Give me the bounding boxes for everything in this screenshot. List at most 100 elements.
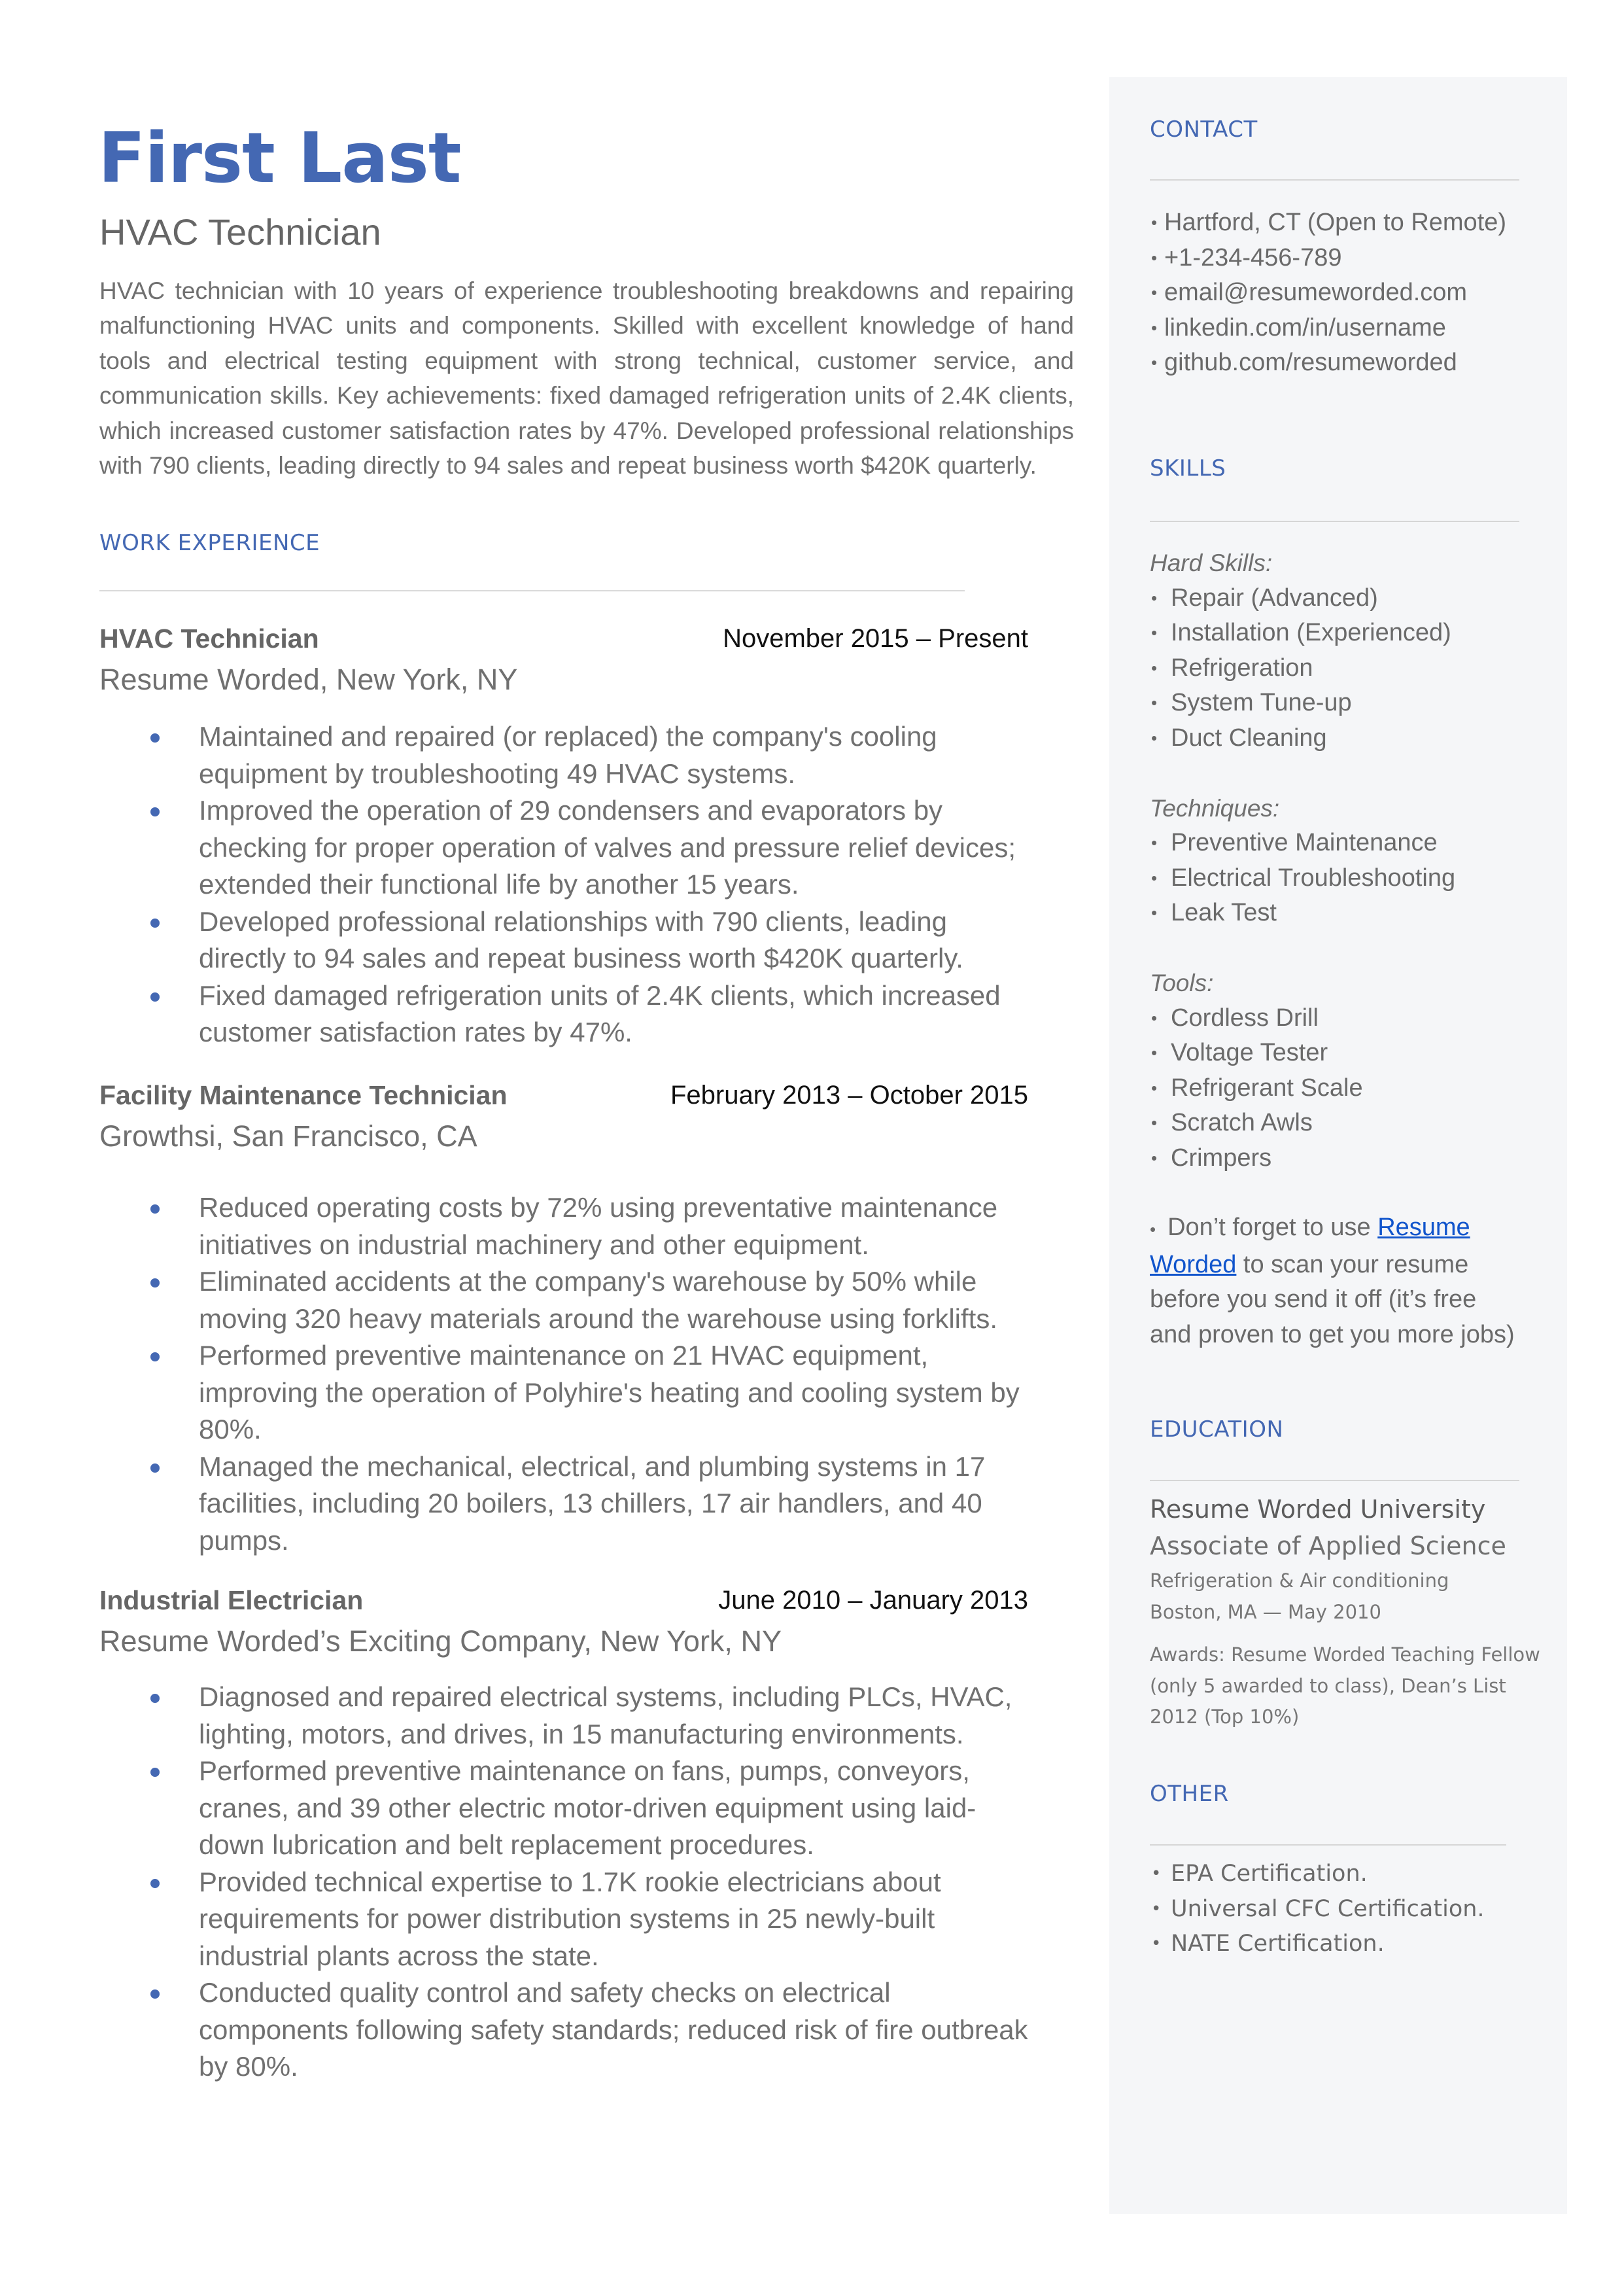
job-bullet: Provided technical expertise to 1.7K roo… [99,1864,1036,1975]
skills-heading: SKILLS [1150,455,1226,482]
other-heading: OTHER [1150,1781,1229,1807]
skill-group-label: Hard Skills: [1150,550,1273,576]
degree: Associate of Applied Science [1150,1532,1506,1560]
skill-list: • Cordless Drill • Voltage Tester • Refrige… [1150,1001,1455,1176]
bullet-icon: • [1151,283,1158,302]
certification-item: • EPA Certification. [1150,1857,1485,1892]
skill-text: Electrical Troubleshooting [1171,864,1456,892]
job-bullet: Improved the operation of 29 condensers … [99,792,1036,903]
skill-item: • Refrigeration [1150,651,1455,686]
skill-item: • Voltage Tester [1150,1036,1455,1071]
skill-text: Refrigerant Scale [1171,1074,1363,1102]
bullet-icon: • [1151,867,1158,888]
bullet-text: Performed preventive maintenance on fans… [199,1755,976,1860]
job-dates: February 2013 – October 2015 [670,1081,1028,1110]
work-experience-heading: WORK EXPERIENCE [99,530,320,556]
contact-linkedin[interactable]: • linkedin.com/in/username [1150,311,1506,346]
bullet-icon: • [1151,1113,1158,1132]
skill-item: • Preventive Maintenance [1150,826,1455,861]
contact-email[interactable]: • email@resumeworded.com [1150,275,1506,311]
bullet-icon: • [1151,903,1158,922]
bullet-icon: • [1151,213,1158,232]
job-company: Resume Worded’s Exciting Company, New Yo… [99,1624,782,1658]
job-dates: June 2010 – January 2013 [718,1586,1028,1615]
candidate-name: First Last [98,118,462,198]
bullet-text: Improved the operation of 29 condensers … [199,795,1016,900]
bullet-icon: • [1151,317,1158,338]
bullet-text: Reduced operating costs by 72% using pre… [199,1192,998,1260]
skill-item: • System Tune-up [1150,686,1455,721]
skills-groups: Hard Skills: • Repair (Advanced) • Install… [1150,546,1455,1211]
skill-item: • Duct Cleaning [1150,721,1455,756]
skill-group-techniques: Techniques: • Preventive Maintenance • Ele… [1150,791,1455,931]
certification-text: NATE Certification. [1171,1931,1385,1957]
bullet-icon: • [1151,1043,1158,1062]
job-bullet: Managed the mechanical, electrical, and … [99,1448,1036,1560]
education-awards: Awards: Resume Worded Teaching Fellow (o… [1150,1643,1540,1728]
job-company: Resume Worded, New York, NY [99,663,518,696]
skill-item: • Electrical Troubleshooting [1150,861,1455,896]
job-title: HVAC Technician [99,623,319,654]
section-divider [1150,1480,1519,1481]
job-bullet-list: Reduced operating costs by 72% using pre… [99,1189,1028,1559]
skill-item: • Cordless Drill [1150,1001,1455,1036]
skill-text: Cordless Drill [1171,1004,1319,1032]
job-entry: HVAC Technician November 2015 – Present … [99,622,1028,1051]
contact-list: • Hartford, CT (Open to Remote) • +1-234-… [1150,205,1506,381]
bullet-text: Fixed damaged refrigeration units of 2.4… [199,979,1001,1048]
bullet-text: Developed professional relationships wit… [199,905,963,974]
resume-tip: • Don’t forget to use Resume Worded to sc… [1150,1210,1519,1352]
skill-item: • Crimpers [1150,1141,1455,1176]
job-bullet: Diagnosed and repaired electrical system… [99,1679,1036,1753]
phone-link[interactable]: +1-234-456-789 [1164,244,1342,272]
contact-github[interactable]: • github.com/resumeworded [1150,345,1506,381]
job-dates: November 2015 – Present [723,624,1028,653]
bullet-dot-icon [150,1768,160,1777]
skill-list: • Repair (Advanced) • Installation (Experi… [1150,581,1455,756]
skill-group-label: Techniques: [1150,794,1280,822]
contact-phone[interactable]: • +1-234-456-789 [1150,241,1506,276]
linkedin-link[interactable]: linkedin.com/in/username [1164,314,1446,342]
email-link[interactable]: email@resumeworded.com [1164,279,1467,306]
bullet-dot-icon [150,1463,160,1473]
skill-text: Crimpers [1171,1144,1272,1172]
job-bullet: Fixed damaged refrigeration units of 2.4… [99,977,1036,1051]
bullet-text: Eliminated accidents at the company's wa… [199,1266,997,1334]
bullet-text: Maintained and repaired (or replaced) th… [199,721,937,789]
job-bullet: Performed preventive maintenance on fans… [99,1753,1036,1864]
contact-heading: CONTACT [1150,116,1258,143]
bullet-icon: • [1151,1899,1162,1919]
skill-text: Preventive Maintenance [1171,829,1438,856]
bullet-dot-icon [150,992,160,1002]
section-divider [1150,521,1519,522]
skill-text: System Tune-up [1171,689,1352,716]
contact-location: • Hartford, CT (Open to Remote) [1150,205,1506,241]
bullet-text: Diagnosed and repaired electrical system… [199,1681,1012,1749]
job-entry: Industrial Electrician June 2010 – Janua… [99,1583,1028,2086]
skill-group-tools: Tools: • Cordless Drill • Voltage Tester •… [1150,966,1455,1176]
bullet-dot-icon [150,1278,160,1288]
job-bullet: Reduced operating costs by 72% using pre… [99,1189,1036,1263]
job-bullet: Performed preventive maintenance on 21 H… [99,1337,1036,1448]
job-title: Industrial Electrician [99,1585,364,1615]
skill-text: Scratch Awls [1171,1109,1313,1136]
job-bullet: Developed professional relationships wit… [99,903,1036,977]
certification-text: EPA Certification. [1171,1861,1368,1887]
skill-group-label: Tools: [1150,970,1214,996]
bullet-icon: • [1151,693,1158,712]
section-divider [1150,179,1519,181]
section-divider [99,590,965,591]
bullet-dot-icon [150,733,160,743]
education-heading: EDUCATION [1150,1416,1284,1443]
job-title: Facility Maintenance Technician [99,1080,508,1110]
github-link[interactable]: github.com/resumeworded [1164,349,1457,376]
bullet-dot-icon [150,1694,160,1703]
skill-text: Leak Test [1171,899,1277,926]
bullet-icon: • [1151,1864,1162,1883]
education-location-date: Boston, MA — May 2010 [1150,1601,1381,1623]
certification-item: • Universal CFC Certification. [1150,1892,1485,1927]
skill-text: Voltage Tester [1171,1039,1328,1066]
tip-text: Don’t forget to use [1167,1214,1378,1241]
bullet-icon: • [1151,1077,1158,1098]
bullet-dot-icon [150,1352,160,1361]
